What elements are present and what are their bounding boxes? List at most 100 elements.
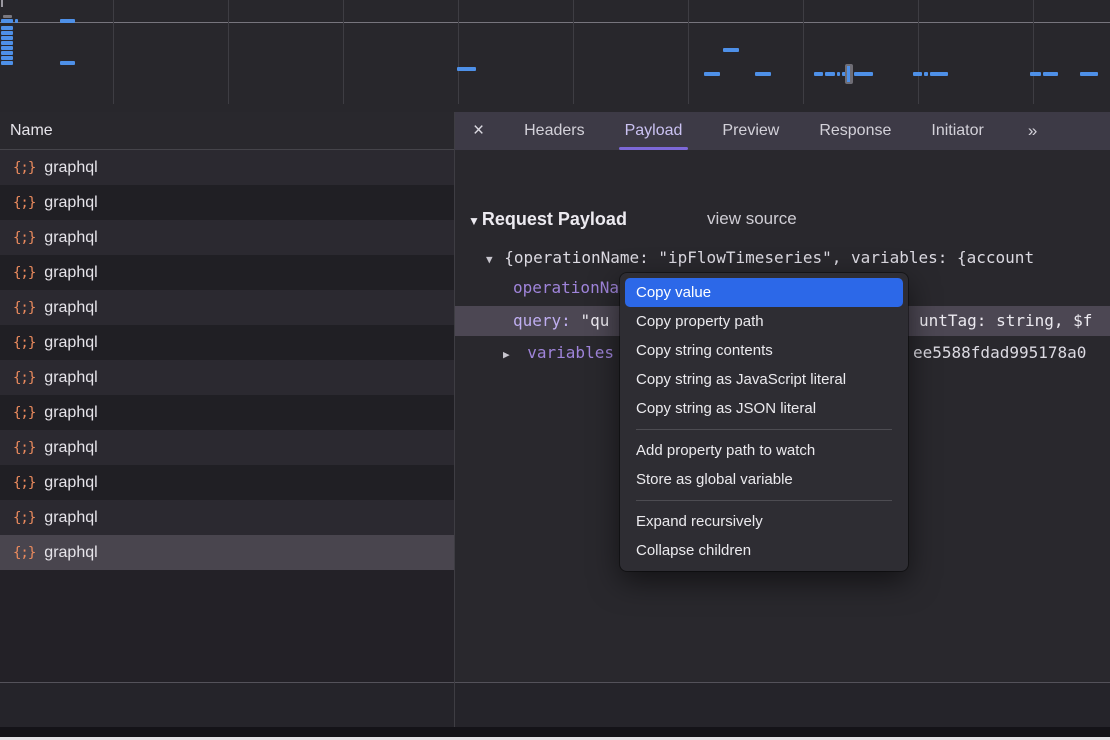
waterfall-bar (1, 51, 13, 55)
request-row[interactable]: {;}graphql (0, 535, 454, 570)
request-row[interactable]: {;} graphql (0, 185, 454, 220)
json-braces-icon: {;} (13, 195, 35, 211)
waterfall-bar (3, 15, 12, 18)
payload-summary-row[interactable]: ▼ {operationName: "ipFlowTimeseries", va… (486, 243, 1034, 273)
waterfall-bar (457, 67, 476, 71)
tab-headers[interactable]: Headers (524, 112, 584, 150)
menu-item-copy-string-as-json-literal[interactable]: Copy string as JSON literal (620, 394, 908, 423)
query-key: query: (513, 311, 571, 330)
json-braces-icon: {;} (13, 545, 35, 561)
waterfall-bar (1, 56, 13, 60)
devtools-network-panel: Name {;} graphql {;} graphql {;} graphql {;} gr… (0, 0, 1110, 740)
waterfall-bar (723, 48, 739, 52)
detail-tab-bar: × Headers Payload Preview Response Initiator… (455, 112, 1110, 150)
request-payload-section[interactable]: ▼Request Payload (468, 204, 627, 234)
waterfall-bar (854, 72, 873, 76)
request-name: graphql (44, 299, 97, 317)
context-menu: Copy valueCopy property pathCopy string … (620, 273, 908, 571)
json-braces-icon: {;} (13, 440, 35, 456)
waterfall-bar (1080, 72, 1098, 76)
detail-tabs: Headers Payload Preview Response Initiator (484, 112, 984, 150)
query-value-left: "qu (580, 311, 609, 330)
waterfall-bar (924, 72, 928, 76)
variables-caret-icon[interactable]: ▶ (503, 348, 510, 361)
waterfall-bar (1, 31, 13, 35)
request-row[interactable]: {;}graphql (0, 255, 454, 290)
request-name: graphql (44, 404, 97, 422)
overview-gridline (343, 0, 344, 104)
menu-item-copy-string-as-javascript-literal[interactable]: Copy string as JavaScript literal (620, 365, 908, 394)
request-name: graphql (44, 334, 97, 352)
view-source-link[interactable]: view source (707, 204, 797, 234)
menu-item-copy-property-path[interactable]: Copy property path (620, 307, 908, 336)
more-tabs-icon[interactable]: » (1028, 121, 1035, 141)
json-braces-icon: {;} (13, 300, 35, 316)
waterfall-bar (1, 36, 13, 40)
overview-gridline (1033, 0, 1034, 104)
section-caret-icon[interactable]: ▼ (468, 214, 480, 228)
request-row[interactable]: {;} graphql (0, 290, 454, 325)
waterfall-bar (1043, 72, 1058, 76)
menu-item-add-property-path-to-watch[interactable]: Add property path to watch (620, 436, 908, 465)
request-row[interactable]: {;} graphql (0, 360, 454, 395)
overview-selected-marker (845, 64, 853, 84)
menu-item-expand-recursively[interactable]: Expand recursively (620, 507, 908, 536)
variables-value-right: ee5588fdad995178a0 (913, 338, 1086, 368)
request-name: graphql (44, 194, 97, 212)
expand-caret-icon[interactable]: ▼ (486, 253, 493, 266)
waterfall-bar (825, 72, 835, 76)
footer-vertical-divider (454, 682, 455, 727)
json-braces-icon: {;} (13, 510, 35, 526)
name-column-header[interactable]: Name (0, 112, 454, 150)
close-icon[interactable]: × (473, 120, 484, 142)
overview-gridline (918, 0, 919, 104)
tab-preview[interactable]: Preview (722, 112, 779, 150)
waterfall-bar (1, 26, 13, 30)
tab-response[interactable]: Response (819, 112, 891, 150)
network-overview-strip[interactable] (0, 0, 1110, 113)
waterfall-bar (930, 72, 948, 76)
waterfall-bar (1, 41, 13, 45)
waterfall-bar (913, 72, 922, 76)
menu-divider (636, 500, 892, 501)
request-row[interactable]: {;} graphql (0, 325, 454, 360)
json-braces-icon: {;} (13, 405, 35, 421)
waterfall-bar (60, 19, 75, 23)
json-braces-icon: {;} (13, 230, 35, 246)
tab-payload[interactable]: Payload (625, 112, 683, 150)
request-row[interactable]: {;} graphql (0, 500, 454, 535)
panel-footer (0, 682, 1110, 728)
waterfall-bar (704, 72, 720, 76)
variables-row[interactable]: ▶ variables (503, 338, 614, 368)
waterfall-bar (755, 72, 771, 76)
json-braces-icon: {;} (13, 335, 35, 351)
menu-item-copy-value[interactable]: Copy value (625, 278, 903, 307)
waterfall-bar (15, 19, 18, 23)
menu-item-copy-string-contents[interactable]: Copy string contents (620, 336, 908, 365)
ruler-tick (1, 0, 3, 7)
request-row[interactable]: {;} graphql (0, 395, 454, 430)
overview-lane-divider (0, 22, 1110, 23)
waterfall-bar (1, 19, 13, 23)
overview-gridline (228, 0, 229, 104)
waterfall-bar (1, 46, 13, 50)
menu-item-collapse-children[interactable]: Collapse children (620, 536, 908, 565)
json-braces-icon: {;} (13, 265, 35, 281)
query-value-right: untTag: string, $f (919, 306, 1092, 336)
request-name: graphql (44, 474, 97, 492)
json-braces-icon: {;} (13, 160, 35, 176)
json-braces-icon: {;} (13, 370, 35, 386)
request-row[interactable]: {;}graphql (0, 430, 454, 465)
menu-item-store-as-global-variable[interactable]: Store as global variable (620, 465, 908, 494)
request-name: graphql (44, 229, 97, 247)
overview-gridline (573, 0, 574, 104)
request-name: graphql (44, 509, 97, 527)
section-title: Request Payload (482, 209, 627, 229)
request-row[interactable]: {;}graphql (0, 465, 454, 500)
tab-initiator[interactable]: Initiator (931, 112, 983, 150)
variables-key: variables (527, 343, 614, 362)
request-name: graphql (44, 369, 97, 387)
request-row[interactable]: {;} graphql (0, 220, 454, 255)
request-row[interactable]: {;}graphql (0, 150, 454, 185)
payload-summary-text: {operationName: "ipFlowTimeseries", vari… (504, 248, 1034, 267)
